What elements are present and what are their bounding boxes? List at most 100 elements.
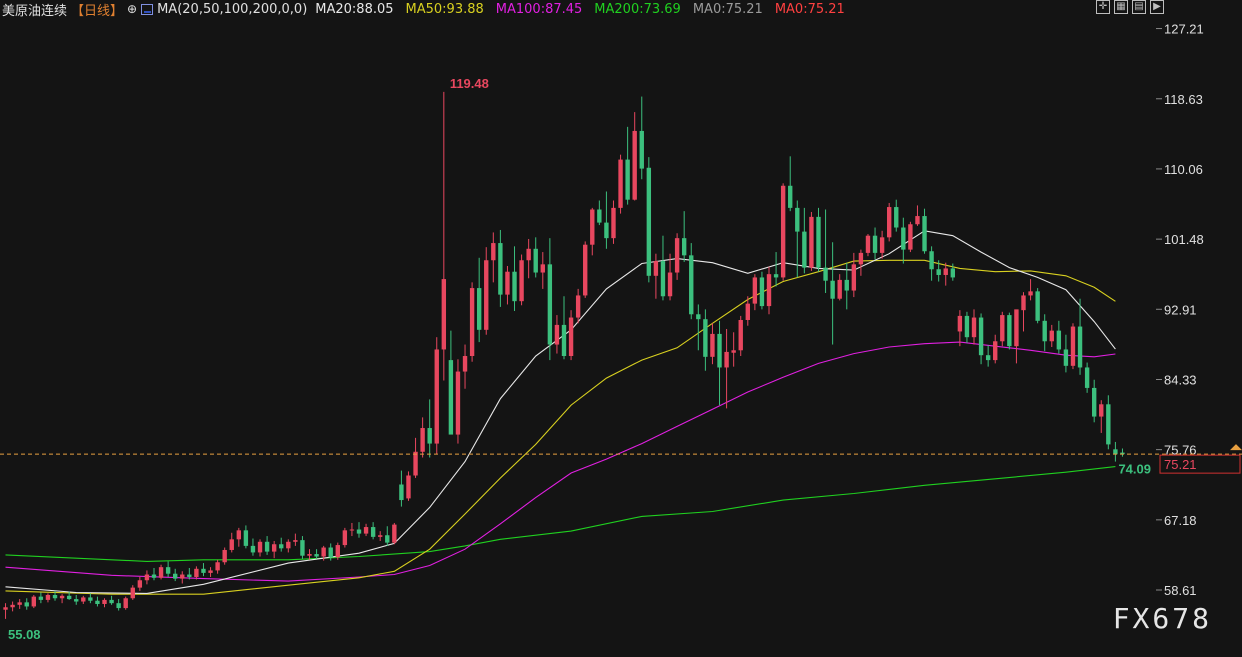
bars-icon[interactable]: ▤ [1132,0,1146,14]
candle [674,233,680,280]
indicator-icon[interactable] [141,3,154,15]
candle-body [45,594,51,600]
ma-value-3: MA200:73.69 [594,1,681,17]
candle [964,311,970,343]
candle-body [74,599,79,602]
candle-body [667,272,673,297]
candle [604,191,609,249]
last-price-label: 75.21 [1164,457,1197,472]
candle-body [1000,315,1005,342]
candle [731,332,736,367]
candle-body [151,574,157,578]
y-tick-label-7: 67.18 [1164,513,1197,528]
candle [271,540,277,559]
ma-params[interactable]: MA(20,50,100,200,0,0) [157,2,307,17]
candle [300,536,305,559]
candle [420,417,425,458]
candle-body [271,544,277,552]
candle-body [505,271,510,295]
candle [462,344,468,389]
candle-body [123,598,128,609]
candle-body [724,351,729,368]
candlestick-chart[interactable]: 127.21118.63110.06101.4892.9184.3375.766… [0,0,1242,657]
candle-body [844,279,849,291]
candle [865,234,871,257]
candle-body [448,360,454,435]
crosshair-icon[interactable]: ✛ [1096,0,1110,14]
settings-icon[interactable]: ⊕ [127,2,137,16]
candle-body [328,547,333,558]
candle-body [385,535,390,543]
candle-body [95,600,100,604]
candle-body [625,159,630,200]
candle-body [378,535,383,537]
candle [180,571,185,584]
candle-body [823,267,828,281]
candle-body [752,277,758,304]
ma200-value-label: 74.09 [1118,461,1151,476]
candle [639,96,644,180]
candle [738,315,743,357]
candle-body [469,288,475,357]
candle [293,533,298,546]
candle [123,596,128,610]
candle [590,207,595,256]
candle-body [335,545,340,558]
candle-body [1014,309,1019,347]
candle [1113,441,1118,462]
candle [597,200,602,226]
candle-body [201,568,206,573]
candle-body [1113,449,1118,455]
candle [385,526,390,546]
candle-body [321,547,326,557]
candle-body [462,356,468,372]
candle [886,202,892,242]
candle-body [971,317,977,338]
candle [561,296,567,360]
candle-body [901,227,906,250]
candle [173,568,178,582]
candle-body [533,248,538,273]
candle-body [257,541,263,553]
candle [194,566,199,580]
candle [689,243,694,320]
grid-icon[interactable]: ▦ [1114,0,1128,14]
candle-body [618,159,623,208]
candle [215,559,220,574]
candle-body [1106,404,1111,445]
candle-body [130,587,135,599]
candle-body [264,541,270,552]
candle [547,238,553,361]
candle-body [31,596,37,607]
candle-body [279,544,284,549]
candle [24,598,29,610]
play-icon[interactable]: ▶ [1150,0,1164,14]
max-price-label: 119.48 [450,76,489,91]
candle-body [1021,295,1026,311]
candle [441,91,447,381]
candle [151,567,157,581]
candle [922,208,927,254]
candle [31,594,37,609]
candle-body [342,530,348,546]
candle [533,237,538,278]
y-tick-label-3: 101.48 [1164,232,1204,247]
candle-body [102,599,107,604]
y-tick-label-1: 118.63 [1164,92,1203,107]
candle-body [985,355,991,361]
moving-average-lines [5,230,1116,595]
period-label[interactable]: 【日线】 [71,0,123,19]
candle [1049,324,1054,348]
candle [554,315,560,354]
candle [1056,320,1062,354]
candle [710,323,715,365]
candle [236,527,242,547]
candle-body [731,350,736,353]
candle-body [526,248,531,261]
candle [243,525,249,549]
candle [165,561,171,577]
instrument-name[interactable]: 美原油连续 [2,0,67,19]
candle-body [964,315,970,338]
candle-body [413,451,418,476]
candle [809,211,814,271]
